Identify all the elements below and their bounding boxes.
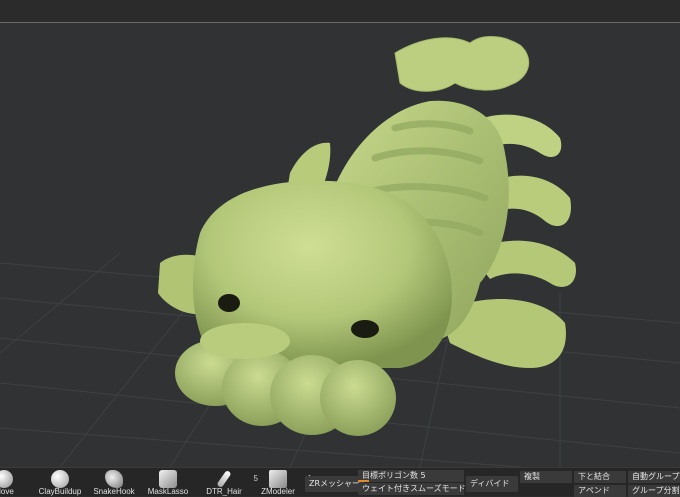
viewport-scene: [0, 36, 680, 467]
masklasso-brush-icon: [159, 470, 177, 488]
zremesher-button[interactable]: ZRメッシャー: [305, 476, 365, 492]
snakehook-brush-icon: [105, 470, 123, 488]
brush-claybuildup[interactable]: ClayBuildup: [32, 468, 88, 496]
duplicate-button[interactable]: 複製: [520, 471, 572, 483]
brush-snakehook[interactable]: SnakeHook: [86, 468, 142, 496]
creature-eye-right: [351, 320, 379, 338]
auto-group-button[interactable]: 自動グループ: [628, 471, 680, 483]
group-split-button[interactable]: グループ分割: [628, 485, 680, 497]
divide-button[interactable]: ディバイド: [466, 476, 518, 492]
top-menu-bar: [0, 0, 680, 23]
brush-masklasso[interactable]: MaskLasso: [140, 468, 196, 496]
merge-down-button[interactable]: 下と結合: [574, 471, 626, 483]
brush-move[interactable]: Move: [0, 468, 32, 496]
weighted-smooth-slider[interactable]: ウェイト付きスムーズモード 0: [358, 483, 473, 495]
hair-brush-icon: [216, 469, 232, 489]
creature-eye-left: [218, 294, 240, 312]
target-polygons-slider[interactable]: 目標ポリゴン数 5: [358, 470, 464, 482]
target-polygons-value: 5: [420, 471, 426, 480]
move-brush-icon: [0, 470, 13, 488]
append-button[interactable]: アペンド: [574, 485, 626, 497]
canvas-viewport[interactable]: [0, 23, 680, 467]
brush-zmodeler[interactable]: ZModeler 1: [250, 468, 312, 496]
bottom-shelf: Move ClayBuildup SnakeHook MaskLasso DTR…: [0, 467, 680, 497]
target-polygons-label: 目標ポリゴン数: [362, 471, 418, 480]
target-polygons-fill: [358, 480, 369, 482]
cube-icon: [269, 470, 287, 488]
brush-dtr-hair[interactable]: DTR_Hair 5: [196, 468, 258, 496]
weighted-smooth-label: ウェイト付きスムーズモード: [362, 484, 466, 493]
claybuildup-brush-icon: [51, 470, 69, 488]
